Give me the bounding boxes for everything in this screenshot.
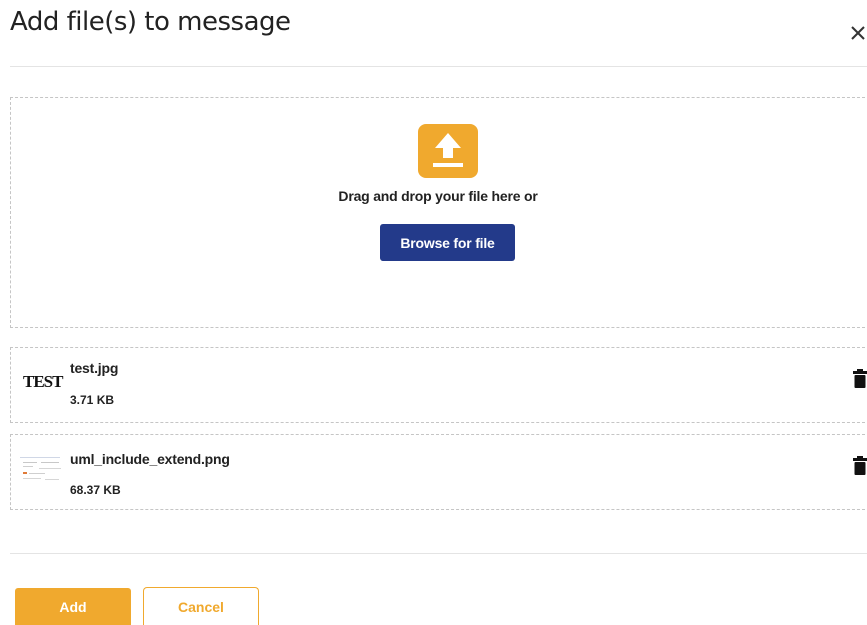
add-button[interactable]: Add xyxy=(15,588,131,625)
close-icon[interactable] xyxy=(849,21,867,43)
file-item: TEST test.jpg 3.71 KB xyxy=(10,347,867,423)
file-size: 68.37 KB xyxy=(70,483,121,497)
footer-divider xyxy=(10,553,867,554)
file-dropzone[interactable]: Drag and drop your file here or Browse f… xyxy=(10,97,865,328)
file-item: uml_include_extend.png 68.37 KB xyxy=(10,434,867,510)
upload-icon xyxy=(418,124,478,178)
file-name: test.jpg xyxy=(70,360,119,376)
dialog-title: Add file(s) to message xyxy=(10,7,291,37)
trash-icon[interactable] xyxy=(853,368,867,388)
dropzone-instruction: Drag and drop your file here or xyxy=(338,188,538,204)
cancel-button[interactable]: Cancel xyxy=(143,587,259,625)
file-thumbnail: TEST xyxy=(23,372,63,391)
browse-for-file-button[interactable]: Browse for file xyxy=(380,224,515,261)
file-size: 3.71 KB xyxy=(70,393,115,407)
header-divider xyxy=(10,66,867,67)
trash-icon[interactable] xyxy=(853,455,867,475)
file-name: uml_include_extend.png xyxy=(70,451,230,467)
file-thumbnail xyxy=(19,455,69,489)
